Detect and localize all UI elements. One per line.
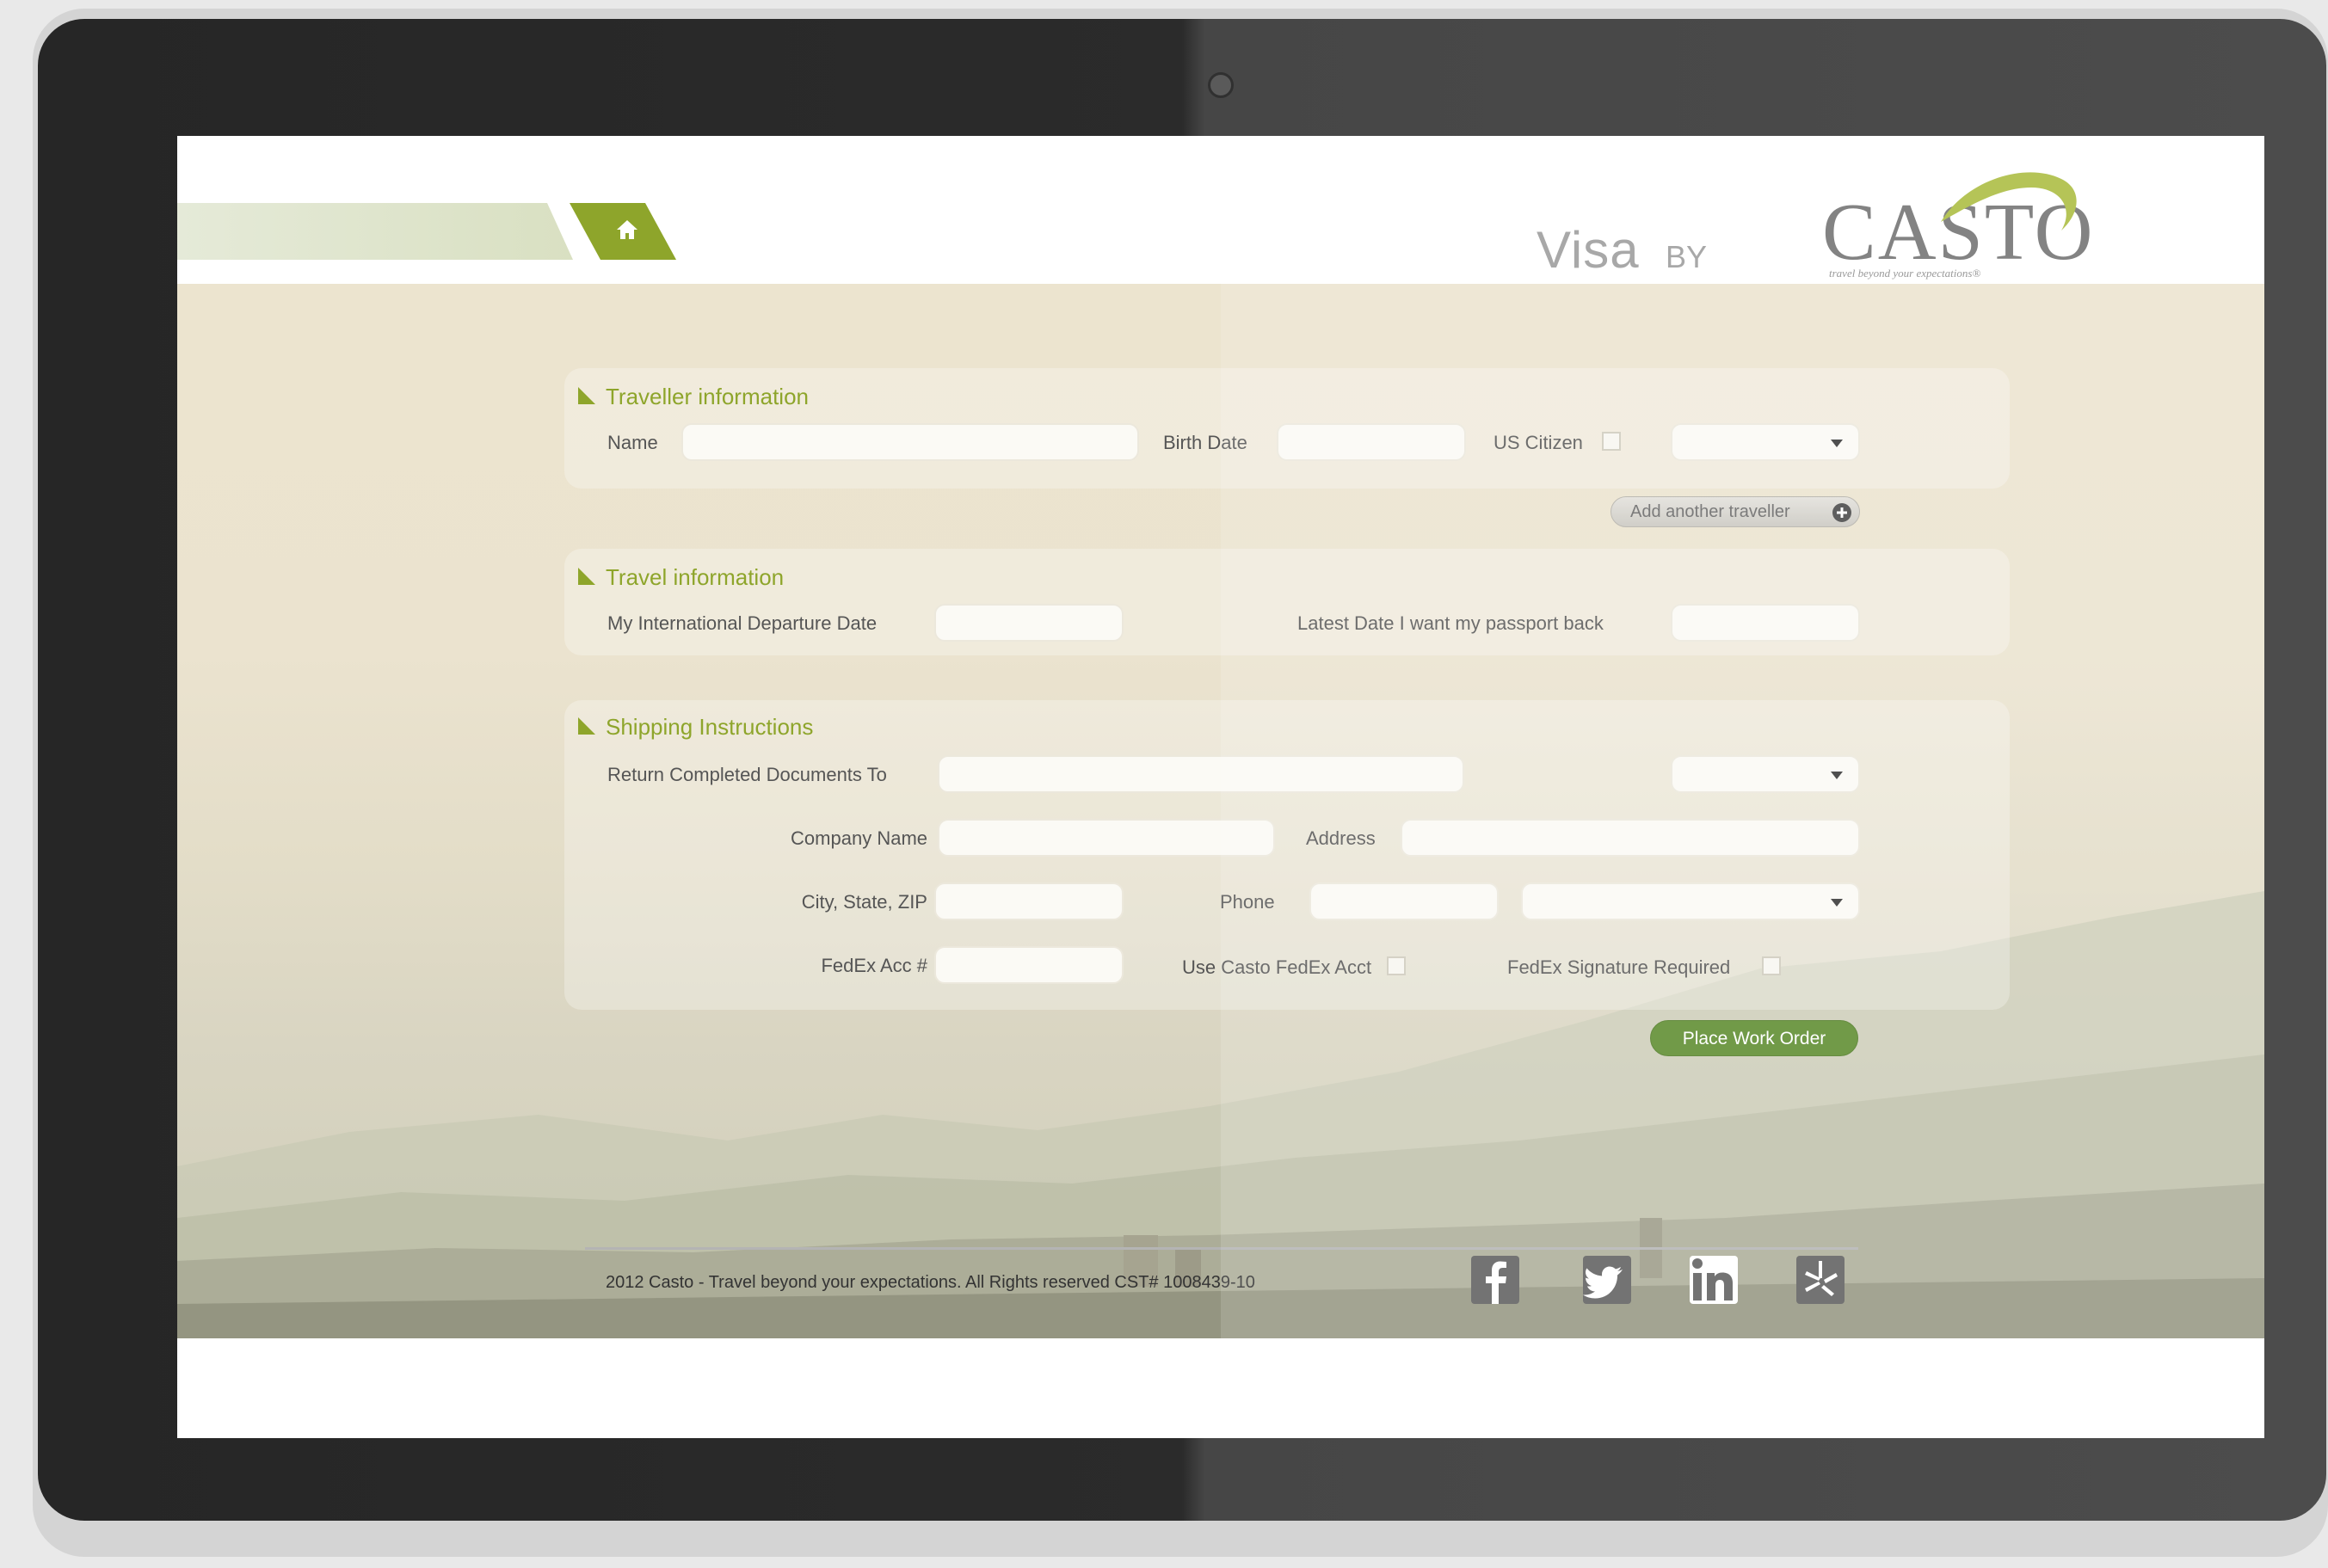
logo-swoosh-icon [1941, 172, 2077, 231]
company-name-label: Company Name [791, 827, 927, 849]
use-casto-fedex-checkbox[interactable] [1387, 956, 1406, 975]
departure-date-input[interactable] [934, 604, 1124, 642]
birth-date-input[interactable] [1277, 423, 1466, 461]
us-citizen-checkbox[interactable] [1602, 432, 1621, 451]
linkedin-icon [1690, 1256, 1738, 1304]
phone-label: Phone [1220, 891, 1275, 913]
address-label: Address [1306, 827, 1376, 849]
logo-visa-text: Visa [1537, 221, 1640, 279]
add-traveller-button[interactable]: Add another traveller [1611, 496, 1860, 527]
visa-by-casto-logo[interactable]: Visa BY CASTO travel beyond your expecta… [1537, 153, 2092, 280]
use-casto-fedex-label: Use Casto FedEx Acct [1182, 956, 1372, 978]
address-input[interactable] [1401, 819, 1860, 857]
logo-by-text: BY [1666, 239, 1708, 274]
citizenship-select[interactable] [1671, 423, 1860, 461]
company-name-input[interactable] [938, 819, 1275, 857]
monitor-bezel: Visa BY CASTO travel beyond your expecta… [38, 19, 2326, 1521]
yelp-icon [1796, 1256, 1845, 1304]
name-label: Name [607, 432, 658, 453]
traveller-section-title: Traveller information [606, 384, 810, 409]
section-triangle-icon [578, 568, 595, 585]
return-documents-input[interactable] [938, 755, 1464, 793]
passport-back-date-input[interactable] [1671, 604, 1860, 642]
return-documents-label: Return Completed Documents To [607, 764, 887, 785]
facebook-icon [1471, 1256, 1519, 1304]
return-documents-select[interactable] [1671, 755, 1860, 793]
chevron-down-icon [1831, 440, 1843, 447]
name-input[interactable] [681, 423, 1139, 461]
fedex-signature-label: FedEx Signature Required [1507, 956, 1731, 978]
footer-divider [585, 1247, 1858, 1250]
city-state-zip-label: City, State, ZIP [801, 891, 927, 913]
yelp-link[interactable] [1795, 1254, 1846, 1306]
phone-type-select[interactable] [1521, 882, 1860, 920]
twitter-link[interactable] [1581, 1254, 1633, 1306]
chevron-down-icon [1831, 899, 1843, 907]
birth-date-label: Birth Date [1163, 432, 1247, 453]
logo-tagline: travel beyond your expectations® [1829, 267, 1981, 280]
twitter-icon [1583, 1256, 1631, 1304]
fedex-account-label: FedEx Acc # [821, 955, 927, 976]
screen: Visa BY CASTO travel beyond your expecta… [177, 136, 2264, 1438]
fedex-account-input[interactable] [934, 946, 1124, 984]
city-state-zip-input[interactable] [934, 882, 1124, 920]
passport-back-label: Latest Date I want my passport back [1297, 612, 1604, 634]
add-traveller-label: Add another traveller [1630, 502, 1790, 521]
home-icon [617, 220, 637, 239]
shipping-section-title: Shipping Instructions [606, 714, 814, 740]
home-button[interactable] [570, 203, 676, 260]
phone-input[interactable] [1309, 882, 1499, 920]
chevron-down-icon [1831, 772, 1843, 779]
header-band [177, 203, 573, 260]
webcam [1208, 72, 1234, 98]
travel-section-title: Travel information [606, 564, 785, 590]
place-work-order-label: Place Work Order [1682, 1029, 1826, 1048]
place-work-order-button[interactable]: Place Work Order [1650, 1020, 1858, 1056]
fedex-signature-checkbox[interactable] [1762, 956, 1781, 975]
footer-copyright: 2012 Casto - Travel beyond your expectat… [606, 1273, 1255, 1292]
us-citizen-label: US Citizen [1493, 432, 1583, 453]
linkedin-link[interactable] [1688, 1254, 1740, 1306]
departure-date-label: My International Departure Date [607, 612, 878, 634]
facebook-link[interactable] [1469, 1254, 1521, 1306]
plus-circle-icon [1832, 503, 1851, 522]
section-triangle-icon [578, 387, 595, 404]
section-triangle-icon [578, 717, 595, 735]
